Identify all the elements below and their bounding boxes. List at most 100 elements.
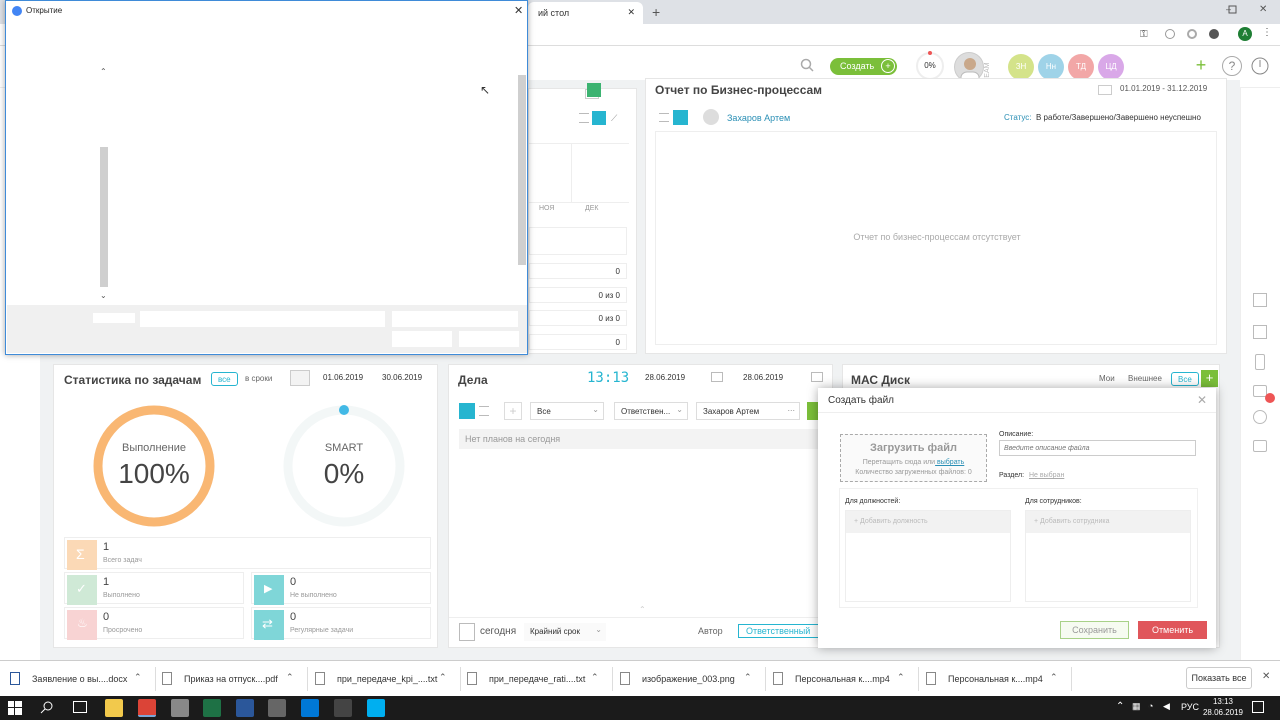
- create-button[interactable]: Создать +: [830, 58, 897, 75]
- status-value[interactable]: В работе/Завершено/Завершено неуспешно: [1036, 113, 1201, 122]
- list-view-icon[interactable]: [459, 403, 475, 419]
- cancel-button[interactable]: [459, 331, 519, 347]
- search-icon[interactable]: [40, 700, 54, 714]
- word-icon[interactable]: [236, 699, 254, 717]
- chevron-up-icon[interactable]: ⌃: [744, 672, 752, 683]
- network-icon[interactable]: ▦: [1132, 701, 1141, 712]
- chevron-up-icon[interactable]: ⌃: [439, 672, 447, 683]
- skype-icon[interactable]: [367, 699, 385, 717]
- chevron-up-icon[interactable]: ⌃: [897, 672, 905, 683]
- date-from[interactable]: 01.06.2019: [317, 369, 373, 387]
- download-item[interactable]: при_передаче_rati....txt ⌃: [467, 667, 613, 691]
- line-chart-icon[interactable]: ⟋: [611, 113, 623, 123]
- stat-recurring[interactable]: ⇄ 0 Регулярные задачи: [251, 607, 431, 640]
- description-input[interactable]: [999, 440, 1196, 456]
- chevron-up-icon[interactable]: ⌃: [1050, 672, 1058, 683]
- filename-input[interactable]: [140, 311, 385, 327]
- window-close-icon[interactable]: ✕: [1259, 4, 1267, 15]
- colleague-avatar[interactable]: Нн: [1038, 54, 1064, 80]
- cancel-button[interactable]: Отменить: [1138, 621, 1207, 639]
- close-downloads-icon[interactable]: ✕: [1262, 671, 1270, 682]
- dialog-close-icon[interactable]: ✕: [514, 4, 523, 17]
- download-item[interactable]: Приказ на отпуск....pdf ⌃: [162, 667, 308, 691]
- power-icon[interactable]: [1250, 56, 1270, 76]
- key-icon[interactable]: ⚿: [1140, 29, 1148, 40]
- filter-ontime[interactable]: в сроки: [245, 374, 272, 383]
- file-scrollbar-thumb[interactable]: [518, 75, 526, 265]
- add-employee-input[interactable]: + Добавить сотрудника: [1026, 511, 1190, 533]
- search-icon[interactable]: [800, 58, 814, 72]
- browser-icon[interactable]: [171, 699, 189, 717]
- filter-all-select[interactable]: Все ⌄: [530, 402, 604, 420]
- filter-all[interactable]: все: [211, 372, 238, 386]
- extension-circle-icon[interactable]: [1187, 29, 1197, 39]
- download-item[interactable]: при_передаче_kpi_....txt ⌃: [315, 667, 461, 691]
- filter-external[interactable]: Внешнее: [1128, 374, 1162, 383]
- clock-date[interactable]: 28.06.2019: [1201, 708, 1245, 717]
- date-from[interactable]: 28.06.2019: [639, 369, 699, 387]
- scroll-down-icon[interactable]: ⌄: [100, 291, 108, 300]
- user-link[interactable]: Захаров Артем: [727, 113, 790, 123]
- date-to[interactable]: 28.06.2019: [737, 369, 797, 387]
- stat-total[interactable]: Σ 1 Всего задач: [64, 537, 431, 570]
- bar-chart-icon[interactable]: [592, 111, 606, 125]
- download-item[interactable]: Заявление о вы....docx ⌃: [10, 667, 156, 691]
- filter-resp-select[interactable]: Ответствен... ⌄: [614, 402, 688, 420]
- tab-active[interactable]: ий стол ✕: [528, 2, 643, 24]
- stat-not-done[interactable]: ▶ 0 Не выполнено: [251, 572, 431, 605]
- section-select[interactable]: Не выбран: [1029, 472, 1064, 479]
- excel-icon[interactable]: [587, 83, 601, 97]
- menu-icon[interactable]: ⋮: [1262, 27, 1272, 38]
- save-button[interactable]: Сохранить: [1060, 621, 1129, 639]
- download-item[interactable]: изображение_003.png ⌃: [620, 667, 766, 691]
- add-position-input[interactable]: + Добавить должность: [846, 511, 1010, 533]
- download-item[interactable]: Персональная к....mp4 ⌃: [773, 667, 919, 691]
- sort-responsible[interactable]: Ответственный: [738, 624, 826, 638]
- stat-done[interactable]: ✓ 1 Выполнено: [64, 572, 244, 605]
- folder-scrollbar-thumb[interactable]: [100, 147, 108, 287]
- progress-indicator[interactable]: 0%: [916, 52, 944, 80]
- calculator-icon[interactable]: [334, 699, 352, 717]
- phone-icon[interactable]: [1255, 354, 1265, 370]
- calendar-icon[interactable]: [811, 372, 823, 382]
- tab-close-icon[interactable]: ✕: [627, 7, 635, 18]
- download-item[interactable]: Персональная к....mp4 ⌃: [926, 667, 1072, 691]
- excel-icon[interactable]: [203, 699, 221, 717]
- filter-mine[interactable]: Мои: [1099, 374, 1115, 383]
- scroll-up-icon[interactable]: ⌃: [639, 605, 646, 614]
- date-to[interactable]: 30.06.2019: [376, 369, 432, 387]
- app-icon[interactable]: [268, 699, 286, 717]
- deadline-select[interactable]: Крайний срок ⌄: [524, 623, 606, 641]
- show-all-button[interactable]: Показать все: [1186, 667, 1252, 689]
- help-icon[interactable]: ?: [1222, 56, 1242, 76]
- profile-avatar[interactable]: A: [1238, 27, 1252, 41]
- modal-close-icon[interactable]: ✕: [1197, 393, 1207, 407]
- clock-time[interactable]: 13:13: [1205, 697, 1241, 706]
- tray-arrow-icon[interactable]: ⌃: [1116, 701, 1124, 712]
- date-range[interactable]: 01.01.2019 - 31.12.2019: [1120, 84, 1207, 93]
- task-view-icon[interactable]: [73, 701, 87, 713]
- language-indicator[interactable]: РУС: [1181, 702, 1199, 712]
- scroll-up-icon[interactable]: ⌃: [100, 67, 108, 76]
- volume-icon[interactable]: ◀: [1163, 701, 1170, 712]
- info-icon[interactable]: [1253, 410, 1267, 424]
- checklist-icon[interactable]: [1253, 293, 1267, 307]
- filetype-select[interactable]: [392, 311, 518, 327]
- file-explorer-icon[interactable]: [105, 699, 123, 717]
- chevron-up-icon[interactable]: ⌃: [134, 672, 142, 683]
- colleague-avatar[interactable]: ЗН: [1008, 54, 1034, 80]
- extension-icon[interactable]: [1165, 29, 1175, 39]
- new-tab-button[interactable]: +: [652, 4, 660, 20]
- windows-start-icon[interactable]: [8, 701, 22, 715]
- calendar-icon[interactable]: [1253, 325, 1267, 339]
- list-view-icon[interactable]: [659, 113, 669, 122]
- filter-all[interactable]: Все: [1171, 372, 1199, 386]
- wifi-icon[interactable]: ◔: [1148, 701, 1153, 711]
- add-icon[interactable]: +: [1191, 56, 1211, 76]
- add-deal-icon[interactable]: +: [504, 402, 522, 420]
- colleague-avatar[interactable]: ТД: [1068, 54, 1094, 80]
- maximize-icon[interactable]: [1228, 5, 1238, 14]
- colleague-avatar[interactable]: ЦД: [1098, 54, 1124, 80]
- chrome-icon[interactable]: [138, 699, 156, 717]
- add-button[interactable]: +: [1201, 370, 1218, 387]
